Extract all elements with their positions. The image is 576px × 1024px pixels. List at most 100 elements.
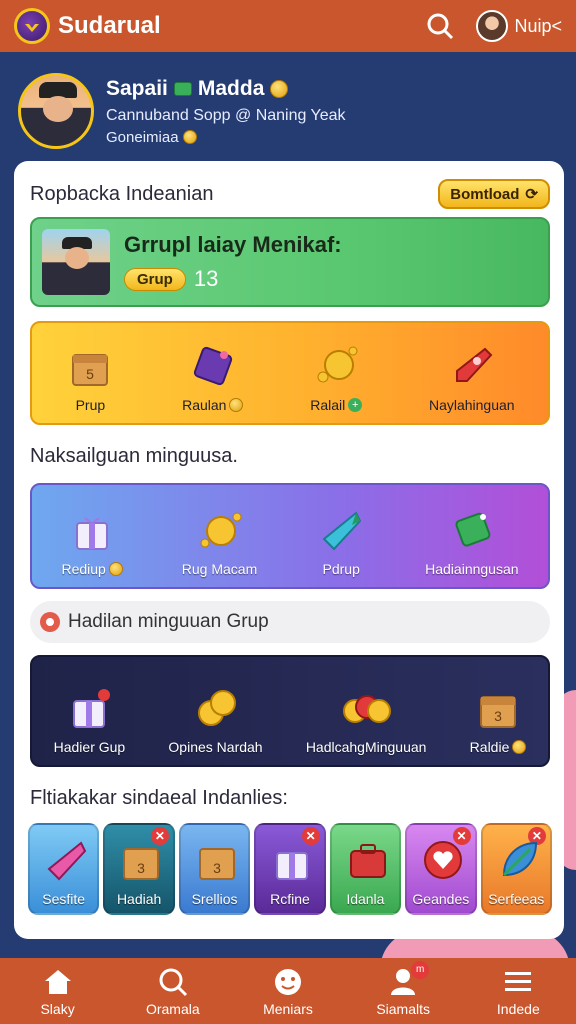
menu-icon [505, 972, 532, 991]
coin-icon [108, 562, 123, 576]
tile-rug-macam[interactable]: Rug Macam [182, 505, 257, 577]
tile-label: Pdrup [322, 561, 360, 577]
home-icon [44, 970, 71, 994]
bottom-nav: Slaky Oramala Meniars m Siamalts Indede [0, 958, 576, 1024]
plus-icon: + [348, 398, 363, 412]
svg-text:3: 3 [213, 860, 221, 876]
tile-hadiainngusan[interactable]: Hadiainngusan [425, 505, 519, 577]
chip-serfeeas[interactable]: ✕ Serfeeas [480, 823, 552, 915]
nav-label: Siamalts [376, 1001, 430, 1017]
gift-icon [67, 505, 117, 555]
rewards-row-2: Rediup Rug Macam Pdrup Hadiainngusan [30, 483, 550, 589]
nav-item-indede[interactable]: Indede [468, 965, 568, 1017]
tag-icon [188, 341, 238, 391]
section-title: Fltiakakar sindaeal Indanlies: [30, 787, 288, 809]
tile-hadier-gup[interactable]: Hadier Gup [53, 683, 126, 755]
coins-icon [341, 683, 392, 733]
chip-sesfite[interactable]: Sesfite [28, 823, 100, 915]
nav-label: Meniars [263, 1001, 313, 1017]
chip-rcfine[interactable]: ✕ Rcfine [254, 823, 326, 915]
tile-hadlcahg-minguuan[interactable]: HadlcahgMinguuan [305, 683, 427, 755]
grup-pill-button[interactable]: Grup [124, 267, 186, 291]
rewards-row-3: Hadier Gup Opines Nardah HadlcahgMinguua… [30, 655, 550, 767]
tile-raulan[interactable]: Raulan [182, 341, 244, 413]
tile-ralail[interactable]: Ralail + [310, 341, 363, 413]
chip-srellios[interactable]: 3 Srellios [178, 823, 251, 915]
banner-count: 13 [193, 266, 219, 291]
coin-icon [182, 130, 197, 144]
nav-label: Slaky [40, 1001, 75, 1017]
svg-text:5: 5 [86, 366, 94, 382]
tag-icon [447, 505, 497, 555]
section-title: Naksailguan minguusa. [30, 445, 238, 467]
coins-icon [311, 341, 361, 391]
card-title: Ropbacka Indeanian [30, 182, 214, 205]
rocket-icon [447, 341, 497, 391]
search-icon [159, 968, 187, 997]
app-logo-icon[interactable] [14, 8, 50, 44]
coin-icon [512, 740, 527, 754]
main-card: Ropbacka Indeanian Bomtload ⟳ Grrupl lai… [14, 161, 564, 939]
tile-raldie[interactable]: 3 Raldie [470, 683, 527, 755]
box-icon: 3 [473, 683, 523, 733]
box-icon: 3 [116, 835, 166, 885]
tile-rediup[interactable]: Rediup [61, 505, 123, 577]
nav-item-slaky[interactable]: Slaky [8, 965, 108, 1017]
chip-label: Serfeeas [488, 891, 545, 907]
tile-naylahinguan[interactable]: Naylahinguan [429, 341, 515, 413]
tile-pdrup[interactable]: Pdrup [316, 505, 366, 577]
notification-badge: m [411, 961, 430, 979]
profile-name-row: Sapaii Madda [106, 77, 346, 101]
svg-text:3: 3 [494, 708, 502, 724]
tile-label: Hadier Gup [53, 739, 126, 755]
tile-label: Rediup [61, 561, 123, 577]
profile-subtitle: Cannuband Sopp @ Naning Yeak [106, 106, 346, 124]
search-row-text: Hadilan minguuan Grup [68, 611, 269, 632]
search-icon[interactable] [422, 8, 458, 44]
group-banner[interactable]: Grrupl laiay Menikaf: Grup 13 [30, 217, 550, 307]
chip-hadiah[interactable]: ✕ 3 Hadiah [103, 823, 175, 915]
rewards-row-1: 5 Prup Raulan Ralail + Naylahinguan [30, 321, 550, 425]
badge-icon [173, 81, 192, 96]
app-title: Sudarual [58, 12, 161, 39]
tile-label: Hadiainngusan [425, 561, 519, 577]
tile-prup[interactable]: 5 Prup [65, 341, 115, 413]
box-icon: 3 [192, 835, 242, 885]
svg-text:3: 3 [138, 860, 146, 876]
tile-label: Raulan [182, 397, 244, 413]
download-label: Bomtload [450, 185, 520, 203]
nav-item-siamalts[interactable]: m Siamalts [353, 961, 453, 1017]
box-icon: 5 [65, 341, 115, 391]
top-bar: Sudarual Nuip< [0, 0, 576, 52]
chip-label: Sesfite [42, 891, 86, 907]
gift-icon [64, 683, 114, 733]
tile-label: HadlcahgMinguuan [305, 739, 427, 755]
chip-label: Geandes [412, 891, 470, 907]
group-search-row[interactable]: Hadilan minguuan Grup [30, 601, 550, 643]
chip-idanla[interactable]: Idanla [329, 823, 402, 915]
avatar[interactable] [476, 10, 509, 42]
nav-item-meniars[interactable]: Meniars [238, 965, 338, 1017]
coins-icon [195, 505, 245, 555]
tile-label: Raldie [470, 739, 527, 755]
bag-icon [343, 835, 393, 885]
user-name[interactable]: Nuip< [514, 16, 562, 37]
download-button[interactable]: Bomtload ⟳ [438, 179, 550, 209]
arrow-icon: ⟳ [525, 186, 538, 203]
tile-label: Ralail + [310, 397, 363, 413]
tile-opines-nardah[interactable]: Opines Nardah [168, 683, 263, 755]
leaf-icon [494, 835, 544, 885]
tile-label: Naylahinguan [428, 397, 515, 413]
tile-label: Opines Nardah [168, 739, 263, 755]
search-icon [40, 612, 60, 632]
banner-title: Grrupl laiay Menikaf: [124, 232, 342, 257]
nav-label: Indede [496, 1001, 540, 1017]
profile-subtitle2-text: Goneimiaa [106, 128, 179, 146]
chip-label: Idanla [346, 891, 385, 907]
profile-avatar[interactable] [18, 73, 94, 149]
chip-label: Rcfine [270, 891, 310, 907]
chip-geandes[interactable]: ✕ Geandes [405, 823, 477, 915]
tile-label: Prup [75, 397, 106, 413]
nav-item-oramala[interactable]: Oramala [123, 965, 223, 1017]
coins-icon [191, 683, 241, 733]
